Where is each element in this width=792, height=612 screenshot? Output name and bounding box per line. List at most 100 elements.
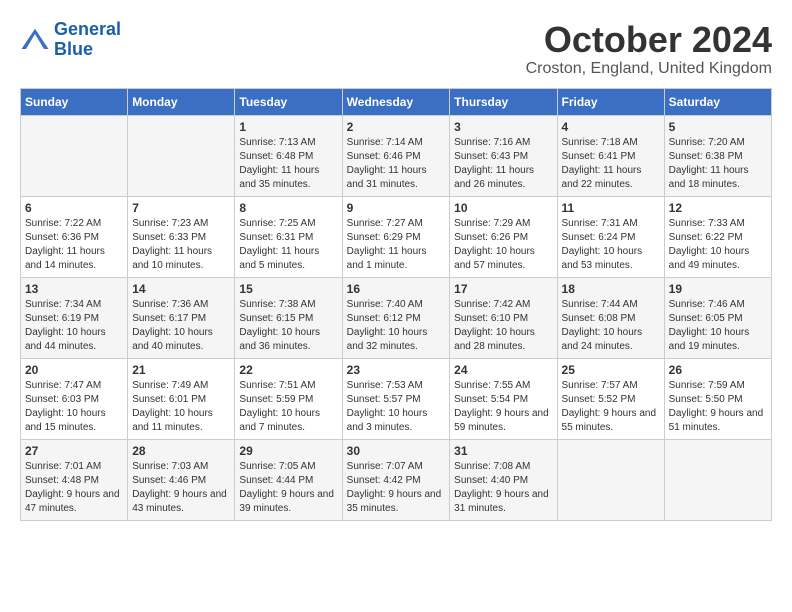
day-info: Sunrise: 7:25 AM Sunset: 6:31 PM Dayligh…	[239, 217, 337, 273]
day-number: 25	[562, 363, 660, 377]
weekday-header-thursday: Thursday	[450, 88, 557, 115]
calendar-cell: 3 Sunrise: 7:16 AM Sunset: 6:43 PM Daylig…	[450, 115, 557, 196]
calendar-cell: 19 Sunrise: 7:46 AM Sunset: 6:05 PM Dayli…	[664, 277, 771, 358]
day-info: Sunrise: 7:20 AM Sunset: 6:38 PM Dayligh…	[669, 136, 767, 192]
day-number: 19	[669, 282, 767, 296]
day-info: Sunrise: 7:40 AM Sunset: 6:12 PM Dayligh…	[347, 298, 446, 354]
logo: General Blue	[20, 20, 121, 60]
day-info: Sunrise: 7:16 AM Sunset: 6:43 PM Dayligh…	[454, 136, 552, 192]
week-row-5: 27 Sunrise: 7:01 AM Sunset: 4:48 PM Dayli…	[21, 439, 772, 520]
week-row-3: 13Sunrise: 7:34 AM Sunset: 6:19 PM Dayli…	[21, 277, 772, 358]
day-number: 10	[454, 201, 552, 215]
day-number: 29	[239, 444, 337, 458]
weekday-header-monday: Monday	[128, 88, 235, 115]
calendar-cell: 29 Sunrise: 7:05 AM Sunset: 4:44 PM Dayli…	[235, 439, 342, 520]
day-number: 24	[454, 363, 552, 377]
week-row-2: 6Sunrise: 7:22 AM Sunset: 6:36 PM Daylig…	[21, 196, 772, 277]
day-number: 2	[347, 120, 446, 134]
calendar-cell: 13Sunrise: 7:34 AM Sunset: 6:19 PM Dayli…	[21, 277, 128, 358]
day-info: Sunrise: 7:46 AM Sunset: 6:05 PM Dayligh…	[669, 298, 767, 354]
logo-line2: Blue	[54, 39, 93, 59]
day-info: Sunrise: 7:07 AM Sunset: 4:42 PM Dayligh…	[347, 460, 446, 516]
calendar-cell: 15Sunrise: 7:38 AM Sunset: 6:15 PM Dayli…	[235, 277, 342, 358]
calendar-cell	[21, 115, 128, 196]
day-info: Sunrise: 7:23 AM Sunset: 6:33 PM Dayligh…	[132, 217, 230, 273]
weekday-header-sunday: Sunday	[21, 88, 128, 115]
calendar-cell	[557, 439, 664, 520]
day-number: 11	[562, 201, 660, 215]
calendar-cell: 14 Sunrise: 7:36 AM Sunset: 6:17 PM Dayli…	[128, 277, 235, 358]
day-number: 30	[347, 444, 446, 458]
calendar-cell: 28 Sunrise: 7:03 AM Sunset: 4:46 PM Dayli…	[128, 439, 235, 520]
day-info: Sunrise: 7:01 AM Sunset: 4:48 PM Dayligh…	[25, 460, 123, 516]
day-number: 13	[25, 282, 123, 296]
day-info: Sunrise: 7:27 AM Sunset: 6:29 PM Dayligh…	[347, 217, 446, 273]
day-info: Sunrise: 7:18 AM Sunset: 6:41 PM Dayligh…	[562, 136, 660, 192]
day-info: Sunrise: 7:08 AM Sunset: 4:40 PM Dayligh…	[454, 460, 552, 516]
calendar-cell: 27 Sunrise: 7:01 AM Sunset: 4:48 PM Dayli…	[21, 439, 128, 520]
day-number: 5	[669, 120, 767, 134]
day-info: Sunrise: 7:33 AM Sunset: 6:22 PM Dayligh…	[669, 217, 767, 273]
month-title: October 2024	[526, 20, 772, 60]
location-title: Croston, England, United Kingdom	[526, 60, 772, 78]
day-number: 1	[239, 120, 337, 134]
calendar-cell: 10 Sunrise: 7:29 AM Sunset: 6:26 PM Dayli…	[450, 196, 557, 277]
calendar-cell: 1Sunrise: 7:13 AM Sunset: 6:48 PM Daylig…	[235, 115, 342, 196]
day-info: Sunrise: 7:05 AM Sunset: 4:44 PM Dayligh…	[239, 460, 337, 516]
calendar-cell: 5 Sunrise: 7:20 AM Sunset: 6:38 PM Daylig…	[664, 115, 771, 196]
calendar-cell: 22 Sunrise: 7:51 AM Sunset: 5:59 PM Dayli…	[235, 358, 342, 439]
day-number: 31	[454, 444, 552, 458]
day-info: Sunrise: 7:31 AM Sunset: 6:24 PM Dayligh…	[562, 217, 660, 273]
day-info: Sunrise: 7:03 AM Sunset: 4:46 PM Dayligh…	[132, 460, 230, 516]
calendar-cell: 9 Sunrise: 7:27 AM Sunset: 6:29 PM Daylig…	[342, 196, 450, 277]
day-info: Sunrise: 7:59 AM Sunset: 5:50 PM Dayligh…	[669, 379, 767, 435]
week-row-1: 1Sunrise: 7:13 AM Sunset: 6:48 PM Daylig…	[21, 115, 772, 196]
day-info: Sunrise: 7:49 AM Sunset: 6:01 PM Dayligh…	[132, 379, 230, 435]
calendar-table: SundayMondayTuesdayWednesdayThursdayFrid…	[20, 88, 772, 521]
calendar-cell: 12 Sunrise: 7:33 AM Sunset: 6:22 PM Dayli…	[664, 196, 771, 277]
title-area: October 2024 Croston, England, United Ki…	[526, 20, 772, 78]
calendar-cell: 31 Sunrise: 7:08 AM Sunset: 4:40 PM Dayli…	[450, 439, 557, 520]
calendar-cell: 26 Sunrise: 7:59 AM Sunset: 5:50 PM Dayli…	[664, 358, 771, 439]
day-info: Sunrise: 7:47 AM Sunset: 6:03 PM Dayligh…	[25, 379, 123, 435]
calendar-cell: 4Sunrise: 7:18 AM Sunset: 6:41 PM Daylig…	[557, 115, 664, 196]
calendar-cell	[664, 439, 771, 520]
calendar-cell: 8Sunrise: 7:25 AM Sunset: 6:31 PM Daylig…	[235, 196, 342, 277]
day-number: 16	[347, 282, 446, 296]
day-number: 12	[669, 201, 767, 215]
day-number: 9	[347, 201, 446, 215]
day-info: Sunrise: 7:51 AM Sunset: 5:59 PM Dayligh…	[239, 379, 337, 435]
header: General Blue October 2024 Croston, Engla…	[20, 20, 772, 78]
calendar-cell: 18Sunrise: 7:44 AM Sunset: 6:08 PM Dayli…	[557, 277, 664, 358]
week-row-4: 20 Sunrise: 7:47 AM Sunset: 6:03 PM Dayli…	[21, 358, 772, 439]
day-number: 21	[132, 363, 230, 377]
day-info: Sunrise: 7:29 AM Sunset: 6:26 PM Dayligh…	[454, 217, 552, 273]
day-info: Sunrise: 7:53 AM Sunset: 5:57 PM Dayligh…	[347, 379, 446, 435]
day-number: 3	[454, 120, 552, 134]
day-number: 18	[562, 282, 660, 296]
day-number: 22	[239, 363, 337, 377]
day-number: 14	[132, 282, 230, 296]
day-info: Sunrise: 7:36 AM Sunset: 6:17 PM Dayligh…	[132, 298, 230, 354]
logo-text: General Blue	[54, 20, 121, 60]
logo-line1: General	[54, 19, 121, 39]
day-number: 28	[132, 444, 230, 458]
weekday-header-saturday: Saturday	[664, 88, 771, 115]
calendar-cell: 25Sunrise: 7:57 AM Sunset: 5:52 PM Dayli…	[557, 358, 664, 439]
weekday-header-friday: Friday	[557, 88, 664, 115]
weekday-header-row: SundayMondayTuesdayWednesdayThursdayFrid…	[21, 88, 772, 115]
calendar-cell: 6Sunrise: 7:22 AM Sunset: 6:36 PM Daylig…	[21, 196, 128, 277]
day-number: 6	[25, 201, 123, 215]
day-number: 27	[25, 444, 123, 458]
day-number: 20	[25, 363, 123, 377]
calendar-cell: 17Sunrise: 7:42 AM Sunset: 6:10 PM Dayli…	[450, 277, 557, 358]
weekday-header-wednesday: Wednesday	[342, 88, 450, 115]
day-number: 17	[454, 282, 552, 296]
calendar-cell: 24Sunrise: 7:55 AM Sunset: 5:54 PM Dayli…	[450, 358, 557, 439]
day-number: 15	[239, 282, 337, 296]
calendar-cell: 23Sunrise: 7:53 AM Sunset: 5:57 PM Dayli…	[342, 358, 450, 439]
calendar-cell: 21 Sunrise: 7:49 AM Sunset: 6:01 PM Dayli…	[128, 358, 235, 439]
calendar-cell: 7Sunrise: 7:23 AM Sunset: 6:33 PM Daylig…	[128, 196, 235, 277]
calendar-cell	[128, 115, 235, 196]
day-number: 26	[669, 363, 767, 377]
